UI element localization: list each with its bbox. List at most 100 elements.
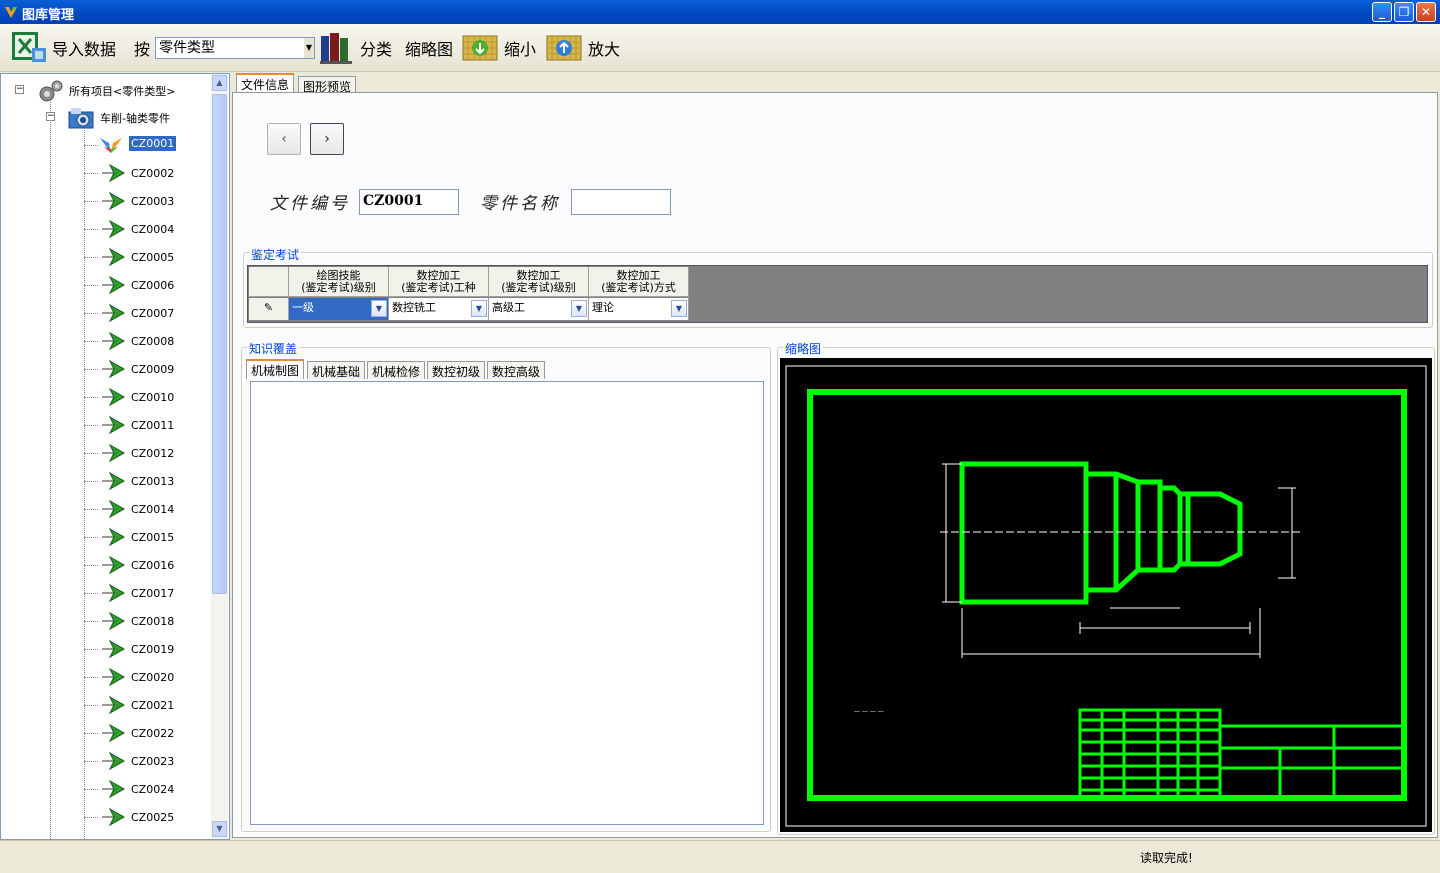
exam-grid: 绘图技能 (鉴定考试)级别 数控加工 (鉴定考试)工种 数控加工 (鉴定考试)级别 数… — [247, 265, 1428, 323]
title-bar: 图库管理 _ ❐ ✕ — [0, 0, 1440, 24]
category-combo[interactable]: 零件类型 ▼ — [155, 37, 315, 59]
tree-item[interactable]: CZ0014 — [91, 498, 211, 520]
arrow-icon — [102, 331, 126, 351]
arrow-icon — [102, 555, 126, 575]
tree-item[interactable]: CZ0006 — [91, 274, 211, 296]
tree-item[interactable]: CZ0009 — [91, 358, 211, 380]
books-icon — [320, 33, 352, 64]
arrow-icon — [102, 779, 126, 799]
tree-item-label: CZ0005 — [131, 251, 175, 264]
window-title: 图库管理 — [22, 8, 75, 23]
chevron-down-icon[interactable]: ▼ — [471, 300, 487, 317]
zoom-in-label: 放大 — [588, 40, 621, 59]
scroll-down-icon[interactable]: ▼ — [212, 821, 227, 837]
tab-knowledge-4[interactable]: 数控高级 — [487, 361, 546, 379]
tree-scrollbar[interactable]: ▲ ▼ — [211, 74, 228, 839]
tree-item-label: CZ0009 — [131, 363, 175, 376]
tree-item[interactable]: CZ0008 — [91, 330, 211, 352]
tree-item-label: CZ0016 — [131, 559, 175, 572]
arrow-icon — [102, 443, 126, 463]
tree-item[interactable]: CZ0016 — [91, 554, 211, 576]
scroll-up-icon[interactable]: ▲ — [212, 75, 227, 91]
tree-item[interactable]: CZ0010 — [91, 386, 211, 408]
arrow-icon — [102, 247, 126, 267]
grid-header[interactable]: 绘图技能 (鉴定考试)级别 — [289, 267, 389, 297]
zoom-in-button[interactable]: 放大 — [546, 24, 620, 72]
tree-item[interactable]: CZ0005 — [91, 246, 211, 268]
chevron-down-icon[interactable]: ▼ — [671, 300, 687, 317]
restore-button[interactable]: ❐ — [1394, 2, 1414, 22]
tree-item[interactable]: CZ0020 — [91, 666, 211, 688]
tab-knowledge-0[interactable]: 机械制图 — [246, 359, 305, 379]
row-edit-icon: ✎ — [249, 298, 289, 320]
tree-item[interactable]: CZ0003 — [91, 190, 211, 212]
tree-item-label: CZ0018 — [131, 615, 175, 628]
tree-item[interactable]: CZ0004 — [91, 218, 211, 240]
tab-file-info[interactable]: 文件信息 — [236, 73, 295, 93]
zoom-out-button[interactable]: 缩小 — [462, 24, 536, 72]
chevron-down-icon[interactable]: ▼ — [304, 38, 314, 58]
import-button[interactable]: 导入数据 — [10, 24, 116, 72]
exam-group-title: 鉴定考试 — [249, 246, 302, 263]
tree-item[interactable]: CZ0023 — [91, 750, 211, 772]
tree-item-label: CZ0003 — [131, 195, 175, 208]
tree-item[interactable]: CZ0015 — [91, 526, 211, 548]
tab-knowledge-3[interactable]: 数控初级 — [427, 361, 486, 379]
part-name-field[interactable] — [571, 189, 671, 215]
minimize-button[interactable]: _ — [1372, 2, 1392, 22]
classify-button[interactable]: 分类 — [318, 24, 392, 72]
tree-group-label[interactable]: 车削-轴类零件 — [100, 110, 170, 126]
file-no-field[interactable]: CZ0001 — [359, 189, 459, 215]
tree-item[interactable]: CZ0001 — [91, 134, 211, 156]
tree-item[interactable]: CZ0013 — [91, 470, 211, 492]
grid-header[interactable]: 数控加工 (鉴定考试)工种 — [389, 267, 489, 297]
tree-item[interactable]: CZ0018 — [91, 610, 211, 632]
tree-item[interactable]: CZ0024 — [91, 778, 211, 800]
grid-header[interactable]: 数控加工 (鉴定考试)级别 — [489, 267, 589, 297]
tree-item[interactable]: CZ0002 — [91, 162, 211, 184]
arrow-icon — [102, 275, 126, 295]
close-button[interactable]: ✕ — [1416, 2, 1436, 22]
arrow-icon — [102, 723, 126, 743]
tree-item[interactable]: CZ0022 — [91, 722, 211, 744]
knowledge-content[interactable] — [250, 381, 764, 825]
tree-item-label: CZ0013 — [131, 475, 175, 488]
tree-item[interactable]: CZ0019 — [91, 638, 211, 660]
grid-cell-draw-level[interactable]: 一级 ▼ — [289, 298, 389, 320]
cad-drawing: — — — — — [785, 365, 1427, 827]
grid-cell-nc-type[interactable]: 数控铣工 ▼ — [389, 298, 489, 320]
tree-root-label[interactable]: 所有项目<零件类型> — [69, 83, 175, 99]
prev-button[interactable]: ‹ — [267, 123, 301, 155]
thumbnail-button[interactable]: 缩略图 — [405, 24, 453, 72]
tree-item-label: CZ0012 — [131, 447, 175, 460]
tree-item[interactable]: CZ0011 — [91, 414, 211, 436]
classify-label: 分类 — [360, 40, 393, 59]
grid-cell-nc-level[interactable]: 高级工 ▼ — [489, 298, 589, 320]
toolbar: 导入数据 按 零件类型 ▼ 分类 缩略图 缩小 放大 — [0, 24, 1440, 72]
tab-knowledge-1[interactable]: 机械基础 — [307, 361, 366, 379]
file-no-label: 文件编号 — [270, 194, 350, 214]
scroll-thumb[interactable] — [212, 94, 227, 594]
tree-item[interactable]: CZ0012 — [91, 442, 211, 464]
grid-header[interactable]: 数控加工 (鉴定考试)方式 — [589, 267, 689, 297]
camera-folder-icon — [68, 108, 94, 129]
tree-item[interactable]: CZ0025 — [91, 806, 211, 828]
thumbnail-canvas[interactable]: — — — — — [780, 358, 1432, 832]
tree-item-label: CZ0025 — [131, 811, 175, 824]
tree-item[interactable]: CZ0007 — [91, 302, 211, 324]
collapse-root-icon[interactable]: − — [15, 85, 24, 94]
tree-item[interactable]: CZ0021 — [91, 694, 211, 716]
grid-cell-nc-mode[interactable]: 理论 ▼ — [589, 298, 689, 320]
next-button[interactable]: › — [310, 123, 344, 155]
arrow-icon — [102, 219, 126, 239]
tree-item[interactable]: CZ0017 — [91, 582, 211, 604]
tree-item-label: CZ0002 — [131, 167, 175, 180]
chevron-down-icon[interactable]: ▼ — [371, 300, 387, 317]
chevron-down-icon[interactable]: ▼ — [571, 300, 587, 317]
zoom-out-icon — [462, 35, 498, 61]
import-label: 导入数据 — [52, 40, 117, 59]
collapse-group-icon[interactable]: − — [46, 112, 55, 121]
zoom-out-label: 缩小 — [504, 40, 537, 59]
tree-item-label: CZ0001 — [127, 135, 178, 152]
tab-knowledge-2[interactable]: 机械检修 — [367, 361, 426, 379]
